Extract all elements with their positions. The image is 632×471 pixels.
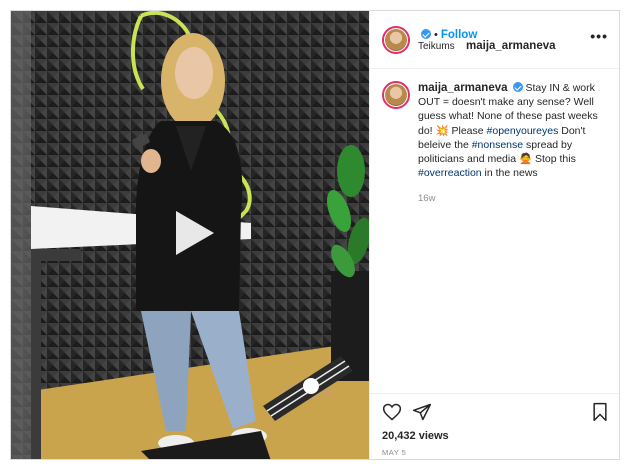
avatar[interactable] [382,26,410,54]
heart-icon[interactable] [382,402,402,427]
post-sidebar: maija_armaneva • Follow Teikums ••• maija_… [369,11,619,459]
post-card: maija_armaneva • Follow Teikums ••• maija_… [10,10,620,460]
verified-badge-icon [421,29,431,39]
caption-avatar[interactable] [382,81,410,109]
post-date[interactable]: MAY 5 [382,448,406,457]
post-video[interactable] [11,11,369,459]
separator-dot: • [434,29,438,41]
username-link[interactable]: maija_armaneva [466,40,556,52]
share-icon[interactable] [412,402,432,427]
caption-segment: in the news [481,167,538,180]
caption-text: maija_armaneva Stay IN & work OUT = does… [418,81,608,180]
action-bar: 20,432 views MAY 5 [370,393,619,459]
location-link[interactable]: Teikums [418,41,455,52]
bookmark-icon[interactable] [590,402,610,427]
caption-time[interactable]: 16w [418,193,435,204]
caption-username-link[interactable]: maija_armaneva [418,82,508,94]
hashtag-link[interactable]: #nonsense [472,139,523,151]
view-count[interactable]: 20,432 views [382,430,449,442]
hashtag-link[interactable]: #openyoureyes [487,125,559,137]
verified-badge-icon [512,82,523,92]
more-options-icon[interactable]: ••• [590,28,608,44]
hashtag-link[interactable]: #overreaction [418,167,482,179]
post-header: maija_armaneva • Follow Teikums ••• [370,11,619,69]
play-icon[interactable] [168,208,218,258]
